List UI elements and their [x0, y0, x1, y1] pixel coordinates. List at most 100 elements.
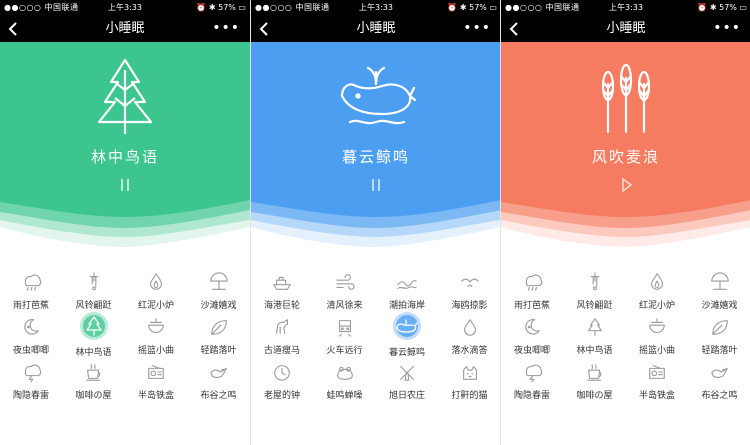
sound-item[interactable]: 咖啡の屋	[63, 358, 125, 402]
sound-label: 古道瘦马	[263, 346, 300, 356]
sound-label: 摇篮小曲	[638, 346, 675, 356]
sound-item[interactable]: 暮云鲸鸣	[376, 311, 438, 358]
sound-item[interactable]: 摇篮小曲	[626, 313, 688, 357]
sound-label: 蛙鸣蝉噪	[326, 391, 363, 401]
sound-item[interactable]: 半岛铁盒	[626, 358, 688, 402]
sound-item[interactable]: 落水滴答	[439, 313, 501, 357]
wave-icon	[395, 272, 419, 292]
pause-button[interactable]	[115, 175, 135, 195]
bird-icon	[708, 362, 732, 382]
sound-item[interactable]: 风铃翩跹	[564, 268, 626, 312]
wind-chime-icon	[82, 272, 106, 292]
sound-item[interactable]: 陶隐春雷	[501, 358, 563, 402]
sound-item[interactable]: 沙滩嬉戏	[689, 268, 750, 312]
sound-item[interactable]: 风铃翩跹	[63, 268, 125, 312]
nav-bar: 小睡眠 •••	[501, 16, 750, 42]
sound-label: 沙滩嬉戏	[200, 301, 237, 311]
sound-item[interactable]: 轻踏落叶	[188, 313, 250, 357]
battery-icon: ▭	[736, 3, 747, 12]
sound-item[interactable]: 潮拍海岸	[376, 268, 438, 312]
rain-icon	[19, 272, 43, 292]
whale-icon	[336, 56, 417, 136]
sound-label: 陶隐春雷	[513, 391, 550, 401]
sound-item[interactable]: 陶隐春雷	[0, 358, 62, 402]
sound-label: 陶隐春雷	[12, 391, 49, 401]
sound-item[interactable]: 打鼾的猫	[439, 358, 501, 402]
pause-icon	[372, 179, 380, 191]
hero-player: 林中鸟语	[0, 42, 250, 257]
sound-label: 布谷之鸣	[200, 391, 237, 401]
sound-item[interactable]: 红泥小炉	[125, 268, 187, 312]
sound-item[interactable]: 老屋的钟	[251, 358, 313, 402]
now-playing-title: 林中鸟语	[90, 148, 159, 166]
pine-tree-icon	[79, 311, 109, 341]
status-icons: ⏰ ✱	[697, 3, 720, 12]
sound-item[interactable]: 布谷之鸣	[689, 358, 750, 402]
sound-item[interactable]: 林中鸟语	[63, 311, 125, 358]
cradle-icon	[645, 317, 669, 337]
more-button[interactable]: •••	[463, 19, 491, 37]
sound-item[interactable]: 沙滩嬉戏	[188, 268, 250, 312]
water-drop-icon	[458, 317, 482, 337]
sound-item[interactable]: 旭日农庄	[376, 358, 438, 402]
sound-label: 布谷之鸣	[701, 391, 738, 401]
sound-item[interactable]: 蛙鸣蝉噪	[314, 358, 376, 402]
sound-label: 风铃翩跹	[576, 301, 613, 311]
sound-label: 红泥小炉	[137, 301, 174, 311]
sound-label: 半岛铁盒	[137, 391, 174, 401]
radio-icon	[144, 362, 168, 382]
sound-label: 风铃翩跹	[75, 301, 112, 311]
sound-item[interactable]: 布谷之鸣	[188, 358, 250, 402]
pause-button[interactable]	[366, 175, 386, 195]
now-playing-title: 风吹麦浪	[591, 148, 660, 166]
leaf-icon	[708, 317, 732, 337]
cradle-icon	[144, 317, 168, 337]
sound-item[interactable]: 林中鸟语	[564, 313, 626, 357]
sound-label: 轻踏落叶	[200, 346, 237, 356]
sound-item[interactable]: 夜虫唧唧	[0, 313, 62, 357]
status-bar: ●●○○○ 中国联通 上午3:33 ⏰ ✱ 57% ▭	[251, 0, 500, 16]
sound-item[interactable]: 半岛铁盒	[125, 358, 187, 402]
rain-icon	[520, 272, 544, 292]
sound-item[interactable]: 古道瘦马	[251, 313, 313, 357]
sound-item[interactable]: 夜虫唧唧	[501, 313, 563, 357]
sound-grid: 雨打芭蕉 风铃翩跹 红泥小炉 沙滩嬉戏夜虫唧唧 林中鸟语 摇篮小曲 轻踏落叶陶隐春雷 咖啡の屋…	[0, 262, 250, 445]
sound-item[interactable]: 海鸥掠影	[439, 268, 501, 312]
sound-item[interactable]: 咖啡の屋	[564, 358, 626, 402]
nav-bar: 小睡眠 •••	[251, 16, 500, 42]
sound-label: 咖啡の屋	[75, 391, 112, 401]
sound-item[interactable]: 火车远行	[314, 313, 376, 357]
sound-label: 摇篮小曲	[137, 346, 174, 356]
sound-grid: 海港巨轮 清风徐来 潮拍海岸 海鸥掠影古道瘦马 火车远行 暮云鲸鸣 落水滴答老屋的钟 蛙鸣蝉噪…	[251, 262, 500, 445]
sound-label: 火车远行	[326, 346, 363, 356]
sound-item[interactable]: 清风徐来	[314, 268, 376, 312]
sound-item[interactable]: 轻踏落叶	[689, 313, 750, 357]
coffee-cup-icon	[82, 362, 106, 382]
sound-label: 海鸥掠影	[451, 301, 488, 311]
beach-umbrella-icon	[207, 272, 231, 292]
coffee-cup-icon	[583, 362, 607, 382]
more-button[interactable]: •••	[212, 19, 240, 37]
sound-item[interactable]: 摇篮小曲	[125, 313, 187, 357]
frog-icon	[333, 362, 357, 382]
sound-item[interactable]: 海港巨轮	[251, 268, 313, 312]
windmill-icon	[395, 362, 419, 382]
clock-icon	[270, 362, 294, 382]
battery-percent: 57%	[469, 3, 487, 12]
sound-item[interactable]: 雨打芭蕉	[0, 268, 62, 312]
screenshot-collage: ●●○○○ 中国联通 上午3:33 ⏰ ✱ 57% ▭ 小睡眠 ••• 林中鸟语 雨打芭蕉风…	[0, 0, 750, 445]
whale-icon	[392, 311, 422, 341]
play-button[interactable]	[616, 175, 636, 195]
wind-icon	[333, 272, 357, 292]
sound-item[interactable]: 红泥小炉	[626, 268, 688, 312]
seagull-icon	[458, 272, 482, 292]
sound-label: 夜虫唧唧	[12, 346, 49, 356]
sound-item[interactable]: 雨打芭蕉	[501, 268, 563, 312]
sound-label: 潮拍海岸	[388, 301, 425, 311]
more-button[interactable]: •••	[713, 19, 741, 37]
sound-label: 打鼾的猫	[451, 391, 488, 401]
bird-icon	[207, 362, 231, 382]
play-icon	[622, 177, 633, 193]
battery-status: ⏰ ✱ 57% ▭	[697, 0, 747, 16]
flame-icon	[144, 272, 168, 292]
